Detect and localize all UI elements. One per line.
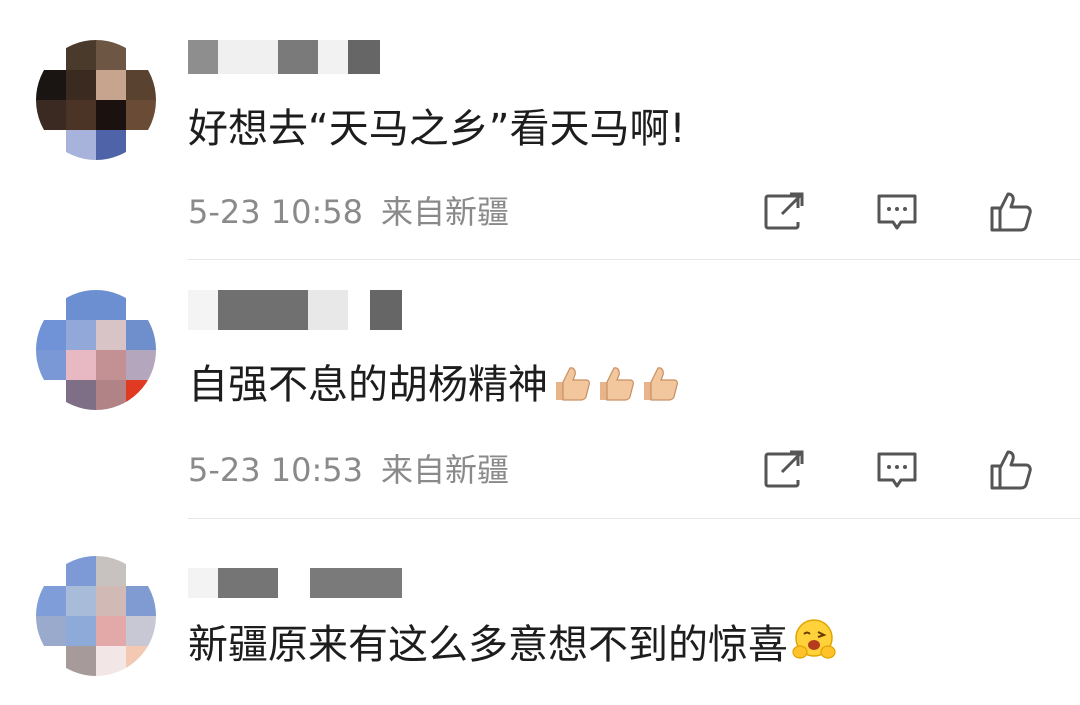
thumbs-up-emoji (640, 364, 680, 414)
like-icon[interactable] (986, 188, 1034, 236)
thumbs-up-emoji (552, 364, 592, 414)
comment-meta: 5-23 10:53 来自新疆 (188, 450, 509, 490)
share-icon[interactable] (760, 446, 808, 494)
thumbs-up-emoji (596, 364, 636, 414)
location-source: 来自新疆 (381, 451, 510, 489)
divider (188, 259, 1080, 260)
comment-meta: 5-23 10:58 来自新疆 (188, 192, 509, 232)
comment-text: 好想去“天马之乡”看天马啊! (188, 106, 686, 152)
comment-text: 自强不息的胡杨精神 (188, 360, 680, 414)
divider (188, 518, 1080, 519)
timestamp: 5-23 10:53 (188, 451, 364, 489)
comment-text: 新疆原来有这么多意想不到的惊喜 (188, 618, 836, 674)
avatar[interactable] (36, 290, 156, 410)
avatar[interactable] (36, 40, 156, 160)
like-icon[interactable] (986, 446, 1034, 494)
comment-icon[interactable] (873, 188, 921, 236)
avatar[interactable] (36, 556, 156, 676)
username-blurred[interactable] (188, 290, 402, 330)
hug-face-emoji (792, 618, 836, 674)
location-source: 来自新疆 (381, 193, 510, 231)
share-icon[interactable] (760, 188, 808, 236)
comment-icon[interactable] (873, 446, 921, 494)
timestamp: 5-23 10:58 (188, 193, 364, 231)
username-blurred[interactable] (188, 568, 402, 598)
username-blurred[interactable] (188, 40, 380, 74)
